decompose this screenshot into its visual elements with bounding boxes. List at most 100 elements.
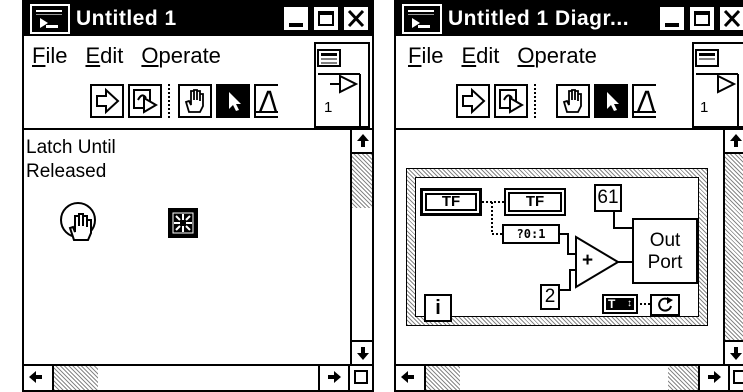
boolean-control-terminal[interactable]: TF <box>420 188 482 216</box>
boolean-to-number-node[interactable]: ?0:1 <box>502 224 560 244</box>
run-continuous-icon <box>499 89 524 114</box>
minimize-button[interactable] <box>658 5 686 32</box>
vertical-scrollbar[interactable] <box>723 130 743 364</box>
labeling-tool-button[interactable] <box>254 84 278 118</box>
horizontal-scrollbar[interactable] <box>24 364 372 390</box>
operating-tool-button[interactable] <box>556 84 590 118</box>
system-menu-icon[interactable] <box>30 4 70 34</box>
add-function-node[interactable] <box>574 235 620 289</box>
boolean-burst-icon <box>172 212 194 234</box>
run-button[interactable] <box>90 84 124 118</box>
iteration-text: i <box>435 297 441 319</box>
scroll-track-right[interactable] <box>668 366 698 390</box>
maximize-button[interactable] <box>688 5 716 32</box>
front-panel-window: Untitled 1 File Edit Operate 1 Latch Unt… <box>22 0 374 392</box>
arrow-down-icon <box>730 347 742 360</box>
system-menu-icon[interactable] <box>402 4 442 34</box>
scroll-down-button[interactable] <box>352 340 372 364</box>
scroll-track[interactable] <box>352 154 372 208</box>
menu-operate[interactable]: Operate <box>517 43 597 69</box>
arrow-left-icon <box>401 371 414 383</box>
scroll-left-button[interactable] <box>396 366 426 390</box>
scroll-left-button[interactable] <box>24 366 54 390</box>
close-button[interactable] <box>718 5 743 32</box>
vi-icon-connector[interactable]: 1 <box>314 42 370 128</box>
control-label: Latch Until Released <box>26 136 116 184</box>
maximize-icon <box>318 11 334 26</box>
run-continuously-button[interactable] <box>494 84 528 118</box>
scroll-down-button[interactable] <box>725 340 743 364</box>
scroll-thumb-track[interactable] <box>54 366 98 390</box>
hand-icon <box>562 89 582 113</box>
arrow-up-icon <box>730 134 742 147</box>
diagram-titlebar[interactable]: Untitled 1 Diagr... <box>396 2 743 36</box>
iteration-terminal[interactable]: i <box>424 294 452 322</box>
menu-edit[interactable]: Edit <box>461 43 499 69</box>
positioning-tool-button[interactable] <box>594 84 628 118</box>
size-box[interactable] <box>350 366 372 390</box>
minimize-icon <box>665 23 679 27</box>
vertical-scrollbar[interactable] <box>350 130 372 364</box>
minimize-button[interactable] <box>282 5 310 32</box>
arrow-pointer-icon <box>607 92 619 111</box>
front-panel-titlebar[interactable]: Untitled 1 <box>24 2 372 36</box>
window-title: Untitled 1 Diagr... <box>448 7 630 30</box>
out-port-line2: Port <box>647 252 683 273</box>
numeric-constant-2[interactable]: 2 <box>540 284 560 310</box>
stop-terminal-arrows: ↕ <box>627 298 632 309</box>
diagram-window: Untitled 1 Diagr... File Edit Operate 1 <box>394 0 743 392</box>
size-box-icon <box>354 370 368 384</box>
boolean-indicator-terminal[interactable]: TF <box>504 188 566 216</box>
maximize-button[interactable] <box>312 5 340 32</box>
menu-operate[interactable]: Operate <box>141 43 221 69</box>
numeric-constant-61[interactable]: 61 <box>594 184 622 212</box>
scroll-right-button[interactable] <box>698 366 730 390</box>
labeling-tool-button[interactable] <box>632 84 656 118</box>
menu-file[interactable]: File <box>408 43 443 69</box>
close-icon <box>723 9 741 28</box>
arrow-right-icon <box>708 371 721 383</box>
latch-hand-cursor-icon <box>60 202 96 241</box>
scroll-up-button[interactable] <box>352 130 372 154</box>
operating-tool-button[interactable] <box>178 84 212 118</box>
constant-2-text: 2 <box>544 286 556 307</box>
bool-to-num-text: ?0:1 <box>516 227 546 241</box>
scroll-up-button[interactable] <box>725 130 743 154</box>
block-diagram-canvas[interactable]: TF TF ?0:1 61 + Out Port 2 i T ↕ <box>396 130 721 364</box>
labeling-a-icon <box>256 90 278 113</box>
positioning-tool-button[interactable] <box>216 84 250 118</box>
loop-arrow-icon <box>658 297 673 312</box>
run-arrow-icon <box>462 87 486 115</box>
out-port-subvi[interactable]: Out Port <box>632 218 698 284</box>
size-box-icon <box>733 370 743 384</box>
tf-indicator-text: TF <box>525 193 545 210</box>
front-panel-canvas[interactable]: Latch Until Released <box>24 130 348 364</box>
boolean-control-button[interactable] <box>168 208 198 238</box>
labeling-a-icon <box>634 90 656 113</box>
diagram-menubar: File Edit Operate <box>396 36 597 76</box>
arrow-left-icon <box>29 371 42 383</box>
scroll-track[interactable] <box>725 154 743 340</box>
toolbar-separator <box>534 84 536 118</box>
close-button[interactable] <box>342 5 370 32</box>
run-continuously-button[interactable] <box>128 84 162 118</box>
scroll-thumb-track[interactable] <box>426 366 460 390</box>
add-plus-sign: + <box>582 250 594 271</box>
connector-number: 1 <box>324 99 333 116</box>
minimize-icon <box>289 23 303 27</box>
horizontal-scrollbar[interactable] <box>396 364 743 390</box>
run-button[interactable] <box>456 84 490 118</box>
tf-control-inner: TF <box>425 193 477 211</box>
stop-boolean-terminal[interactable]: T ↕ <box>602 294 638 314</box>
close-icon <box>347 9 365 28</box>
scroll-right-button[interactable] <box>318 366 350 390</box>
vi-icon-connector[interactable]: 1 <box>692 42 743 128</box>
menu-file[interactable]: File <box>32 43 67 69</box>
size-box[interactable] <box>730 366 743 390</box>
menu-edit[interactable]: Edit <box>85 43 123 69</box>
connector-number: 1 <box>700 99 709 116</box>
arrow-up-icon <box>357 134 369 147</box>
run-continuous-icon <box>133 89 158 114</box>
window-title: Untitled 1 <box>76 7 177 30</box>
conditional-terminal[interactable] <box>650 294 680 316</box>
